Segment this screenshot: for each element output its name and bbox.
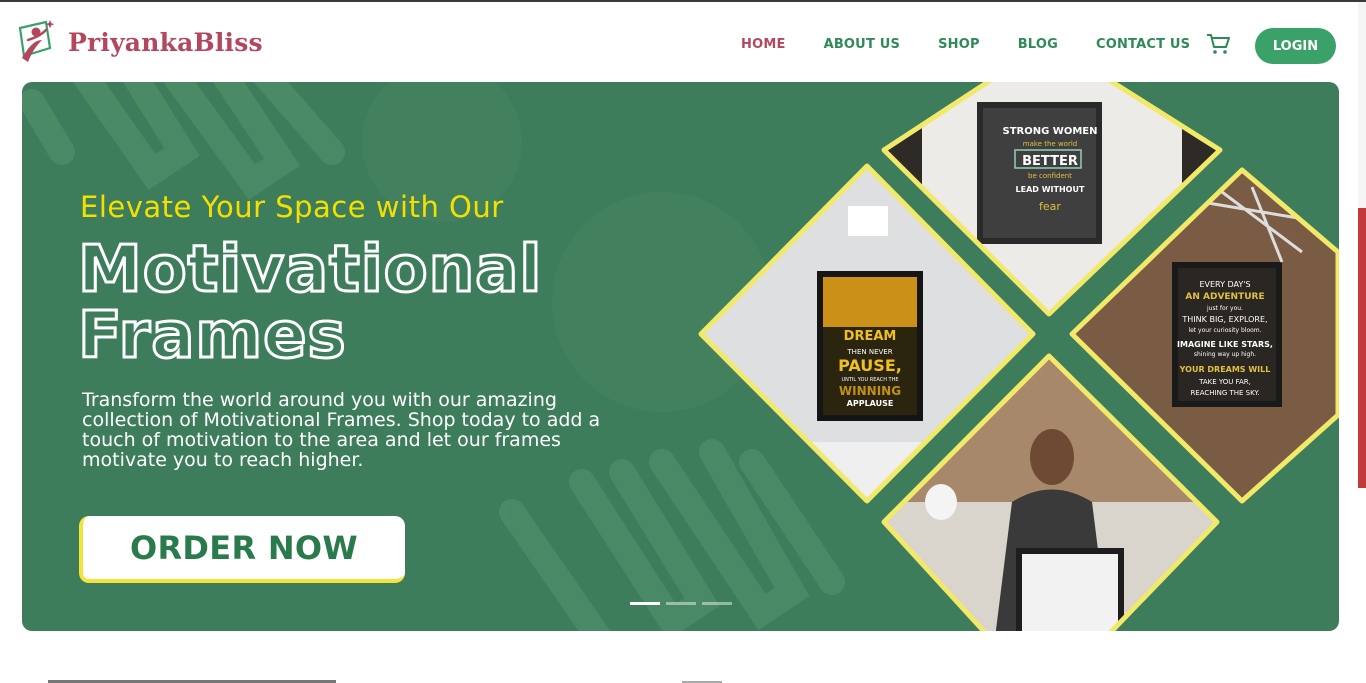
slide-indicator-1[interactable] (630, 602, 660, 605)
nav-home[interactable]: HOME (741, 37, 786, 52)
scrollbar-thumb[interactable] (1358, 208, 1366, 488)
frame-right-line9: TAKE YOU FAR, (1198, 378, 1251, 386)
frame-top-line6: fear (1039, 200, 1061, 213)
frame-top-line4: be confident (1028, 172, 1072, 180)
brand-name: PriyankaBliss (68, 27, 263, 57)
frame-right-line5: let your curiosity bloom. (1188, 327, 1261, 334)
hero-title-line2: Frames (77, 299, 348, 373)
slide-indicator-3[interactable] (702, 602, 732, 605)
frame-right-line4: THINK BIG, EXPLORE, (1181, 315, 1267, 324)
scrollbar-track (1358, 2, 1366, 208)
nav-shop[interactable]: SHOP (938, 37, 980, 52)
frame-right-line6: IMAGINE LIKE STARS, (1177, 340, 1273, 349)
frame-top-line3: BETTER (1022, 154, 1078, 169)
hero-description: Transform the world around you with our … (82, 389, 601, 471)
order-now-button[interactable]: ORDER NOW (79, 516, 405, 583)
frame-right-line2: AN ADVENTURE (1185, 292, 1264, 302)
frame-left-line3: PAUSE, (838, 356, 902, 375)
frame-right-line8: YOUR DREAMS WILL (1179, 365, 1271, 374)
login-button[interactable]: LOGIN (1255, 28, 1336, 64)
shopping-cart-icon[interactable] (1205, 32, 1231, 56)
frame-right-line7: shining way up high. (1194, 351, 1256, 358)
frame-right-line3: just for you. (1206, 305, 1243, 312)
frame-top-line5: LEAD WITHOUT (1016, 185, 1085, 194)
frame-right-line10: REACHING THE SKY. (1190, 389, 1259, 397)
slider-pagination (630, 602, 732, 605)
hero-title-line1: Motivational (76, 233, 543, 307)
frame-top-line1: STRONG WOMEN (1003, 126, 1098, 137)
nav-blog[interactable]: BLOG (1018, 37, 1058, 52)
hero-banner: STRONG WOMEN make the world BETTER be co… (22, 82, 1339, 631)
nav-contact-us[interactable]: CONTACT US (1096, 37, 1190, 52)
frame-top-line2: make the world (1023, 140, 1077, 148)
frame-left-line5: WINNING (839, 384, 901, 398)
frame-left-line4: UNTIL YOU REACH THE (841, 377, 898, 383)
slide-indicator-2[interactable] (666, 602, 696, 605)
brand-logo[interactable]: PriyankaBliss (16, 18, 263, 66)
nav-about-us[interactable]: ABOUT US (824, 37, 901, 52)
frame-right-line1: EVERY DAY'S (1199, 280, 1250, 289)
person-star-logo-icon (16, 18, 60, 66)
frame-left-line6: APPLAUSE (847, 399, 894, 408)
hero-tagline: Elevate Your Space with Our (80, 190, 504, 224)
site-header: PriyankaBliss HOME ABOUT US SHOP BLOG CO… (0, 2, 1366, 80)
frame-left-line1: DREAM (844, 329, 897, 344)
frame-left-line2: THEN NEVER (846, 348, 892, 356)
main-nav: HOME ABOUT US SHOP BLOG CONTACT US (722, 24, 1209, 64)
